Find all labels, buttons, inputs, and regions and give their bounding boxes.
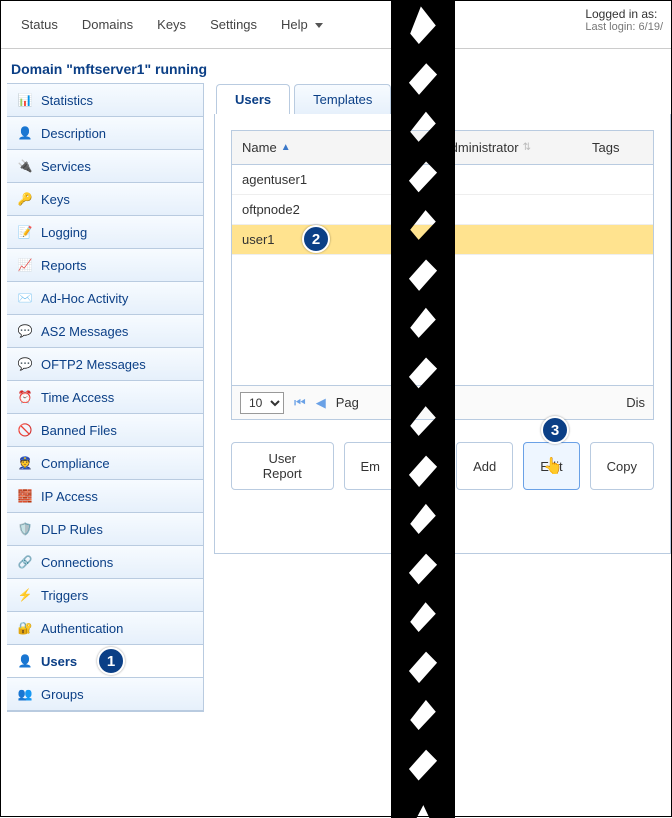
sidebar-item-users[interactable]: 👤 Users 1 (7, 645, 203, 678)
sidebar-item-adhoc[interactable]: ✉️ Ad-Hoc Activity (7, 282, 203, 315)
link-icon: 🔗 (17, 554, 33, 570)
report-icon: 📈 (17, 257, 33, 273)
sidebar-item-label: Ad-Hoc Activity (41, 291, 128, 306)
top-menu-bar: Status Domains Keys Settings Help Logged… (1, 1, 671, 49)
users-icon: 👤 (17, 653, 33, 669)
tab-users[interactable]: Users (216, 84, 290, 115)
chart-bar-icon: 📊 (17, 92, 33, 108)
login-info-line2: Last login: 6/19/ (585, 21, 663, 33)
sidebar-item-statistics[interactable]: 📊 Statistics (7, 84, 203, 117)
domain-title: Domain "mftserver1" running (1, 49, 671, 83)
em-button[interactable]: Em (344, 442, 398, 490)
user-report-button[interactable]: User Report (231, 442, 334, 490)
lock-icon: 🔐 (17, 620, 33, 636)
sidebar-item-description[interactable]: 👤 Description (7, 117, 203, 150)
sidebar-item-label: Time Access (41, 390, 114, 405)
sidebar-item-triggers[interactable]: ⚡ Triggers (7, 579, 203, 612)
group-icon: 👥 (17, 686, 33, 702)
sidebar-item-oftp2[interactable]: 💬 OFTP2 Messages (7, 348, 203, 381)
col-header-tags[interactable]: Tags (582, 131, 653, 164)
mail-icon: ✉️ (17, 290, 33, 306)
sidebar-item-dlp[interactable]: 🛡️ DLP Rules (7, 513, 203, 546)
annotation-2: 2 (302, 225, 330, 253)
menu-status[interactable]: Status (21, 17, 58, 32)
sidebar-item-ip-access[interactable]: 🧱 IP Access (7, 480, 203, 513)
sidebar-item-label: Reports (41, 258, 87, 273)
sidebar-item-services[interactable]: 🔌 Services (7, 150, 203, 183)
sidebar-item-authentication[interactable]: 🔐 Authentication (7, 612, 203, 645)
sidebar-item-keys[interactable]: 🔑 Keys (7, 183, 203, 216)
copy-button[interactable]: Copy (590, 442, 654, 490)
message-icon: 💬 (17, 356, 33, 372)
col-header-tags-label: Tags (592, 140, 619, 155)
plug-icon: 🔌 (17, 158, 33, 174)
clock-icon: ⏰ (17, 389, 33, 405)
sidebar: 📊 Statistics 👤 Description 🔌 Services 🔑 … (7, 83, 204, 712)
sort-icon: ⇅ (523, 142, 531, 153)
log-icon: 📝 (17, 224, 33, 240)
sidebar-item-label: OFTP2 Messages (41, 357, 146, 372)
key-icon: 🔑 (17, 191, 33, 207)
firewall-icon: 🧱 (17, 488, 33, 504)
login-info-line1: Logged in as: (585, 7, 663, 21)
page-size-select[interactable]: 10 (240, 392, 284, 414)
annotation-1: 1 (97, 647, 125, 675)
sidebar-item-label: DLP Rules (41, 522, 103, 537)
menu-help-label: Help (281, 17, 308, 32)
sidebar-item-label: Groups (41, 687, 84, 702)
edit-button[interactable]: Edit (523, 442, 579, 490)
sidebar-item-label: Users (41, 654, 77, 669)
sidebar-item-label: Connections (41, 555, 113, 570)
sidebar-item-connections[interactable]: 🔗 Connections (7, 546, 203, 579)
trigger-icon: ⚡ (17, 587, 33, 603)
sidebar-item-label: Keys (41, 192, 70, 207)
sidebar-item-label: Services (41, 159, 91, 174)
sidebar-item-compliance[interactable]: 👮 Compliance (7, 447, 203, 480)
sidebar-item-label: AS2 Messages (41, 324, 128, 339)
chevron-down-icon (315, 23, 323, 28)
page-label: Pag (336, 395, 359, 410)
user-icon: 👤 (17, 125, 33, 141)
sidebar-item-label: Compliance (41, 456, 110, 471)
sidebar-item-label: Description (41, 126, 106, 141)
sidebar-item-label: Statistics (41, 93, 93, 108)
ban-icon: 🚫 (17, 422, 33, 438)
login-info: Logged in as: Last login: 6/19/ (585, 7, 663, 33)
annotation-3: 3 (541, 416, 569, 444)
sidebar-item-label: Banned Files (41, 423, 117, 438)
sidebar-item-groups[interactable]: 👥 Groups (7, 678, 203, 711)
first-page-icon[interactable]: ⏮ (294, 395, 306, 411)
prev-page-icon[interactable]: ◀ (316, 395, 326, 411)
sidebar-item-time-access[interactable]: ⏰ Time Access (7, 381, 203, 414)
menu-keys[interactable]: Keys (157, 17, 186, 32)
shield-icon: 🛡️ (17, 521, 33, 537)
shield-user-icon: 👮 (17, 455, 33, 471)
add-button[interactable]: Add (456, 442, 513, 490)
message-icon: 💬 (17, 323, 33, 339)
menu-help[interactable]: Help (281, 17, 323, 32)
sidebar-item-as2[interactable]: 💬 AS2 Messages (7, 315, 203, 348)
sidebar-item-label: IP Access (41, 489, 98, 504)
display-label: Dis (626, 395, 645, 410)
sidebar-item-label: Authentication (41, 621, 123, 636)
sidebar-item-reports[interactable]: 📈 Reports (7, 249, 203, 282)
sort-asc-icon: ▲ (281, 142, 291, 153)
sidebar-item-logging[interactable]: 📝 Logging (7, 216, 203, 249)
tab-templates[interactable]: Templates (294, 84, 391, 115)
sidebar-item-label: Logging (41, 225, 87, 240)
top-menu: Status Domains Keys Settings Help (21, 17, 323, 32)
sidebar-item-label: Triggers (41, 588, 88, 603)
menu-domains[interactable]: Domains (82, 17, 133, 32)
sidebar-item-banned-files[interactable]: 🚫 Banned Files (7, 414, 203, 447)
menu-settings[interactable]: Settings (210, 17, 257, 32)
col-header-name-label: Name (242, 140, 277, 155)
